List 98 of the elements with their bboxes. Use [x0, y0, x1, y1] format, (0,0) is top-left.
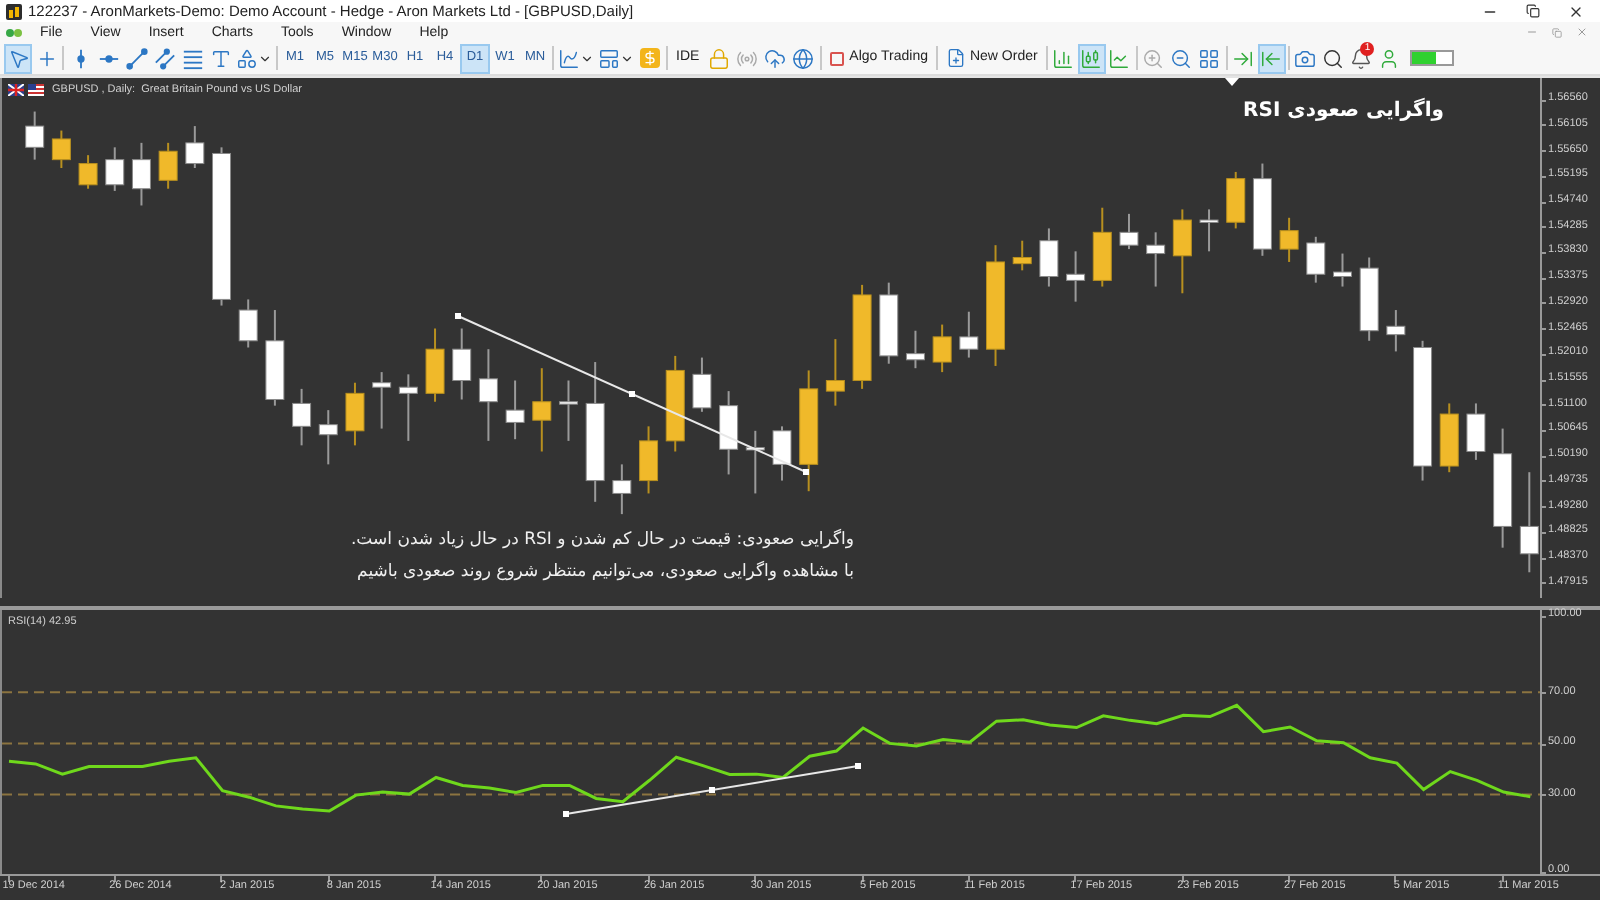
shapes-icon: [236, 47, 258, 69]
candlestick: [1439, 402, 1459, 474]
candlestick: [719, 390, 739, 476]
dollar-icon: [640, 48, 660, 68]
candlestick: [1119, 212, 1139, 251]
candlestick: [1333, 252, 1352, 288]
candlestick: [1493, 427, 1513, 549]
candlestick: [452, 327, 472, 401]
caret-icon: [580, 51, 594, 65]
candlestick: [665, 354, 685, 453]
trend-line[interactable]: [455, 313, 809, 475]
candlestick: [1172, 208, 1192, 295]
autoscroll-icon: [1260, 47, 1283, 69]
camera-icon: [1294, 47, 1317, 69]
caret-icon: [620, 51, 634, 65]
restore-icon[interactable]: [1526, 4, 1540, 18]
candlestick: [51, 129, 71, 169]
channel-icon: [153, 47, 175, 69]
candlestick: [185, 125, 205, 169]
candlestick: [639, 425, 659, 495]
candlestick: [905, 329, 925, 370]
levels-icon: [181, 47, 203, 69]
candlestick: [345, 381, 365, 447]
candlestick: [318, 409, 338, 466]
candlestick: [799, 369, 819, 493]
chart-title: واگرایی صعودی RSI: [1243, 96, 1444, 126]
candlestick: [505, 379, 525, 441]
signal-icon: [736, 47, 759, 69]
flag-icon: [28, 84, 44, 97]
candlestick: [825, 338, 845, 407]
caret-icon: [258, 51, 272, 65]
template-icon: [598, 47, 620, 69]
candlestick: [1146, 231, 1166, 288]
candlestick-icon: [1080, 47, 1103, 69]
shift-icon: [1232, 47, 1255, 69]
candlestick: [292, 387, 312, 447]
person-icon: [1378, 47, 1401, 69]
candlestick: [372, 371, 392, 430]
indicator-icon: [558, 47, 580, 69]
candlestick: [879, 281, 899, 365]
candlestick: [959, 310, 979, 359]
candlestick: [1199, 208, 1219, 253]
candlestick: [1466, 402, 1486, 461]
candlestick: [986, 244, 1005, 367]
candlestick: [398, 373, 418, 442]
candlestick: [1039, 227, 1059, 288]
bell-icon: [1350, 47, 1373, 69]
candlestick: [1226, 170, 1246, 230]
candlestick: [1413, 339, 1433, 482]
text-icon: [209, 47, 231, 69]
candlestick: [105, 146, 125, 192]
stop-icon: [829, 51, 844, 65]
candlestick: [1066, 250, 1086, 303]
app-icon: [6, 3, 22, 19]
candlestick: [692, 356, 712, 413]
candlestick: [1092, 206, 1112, 288]
candlestick: [932, 323, 952, 374]
candlestick: [852, 283, 872, 390]
candlestick: [1279, 216, 1299, 263]
document-icon: [945, 48, 966, 68]
candlestick: [772, 425, 792, 482]
close-icon[interactable]: [1568, 3, 1584, 19]
line-chart-icon: [1108, 47, 1131, 69]
bar-chart-icon: [1052, 47, 1075, 69]
candlestick: [25, 110, 45, 161]
candlestick: [131, 141, 151, 207]
connection-meter-icon: [1409, 50, 1454, 66]
candlestick: [1306, 235, 1326, 284]
candlestick: [238, 298, 258, 349]
lock-icon: [708, 47, 731, 69]
candlestick: [1012, 239, 1032, 272]
flag-icon: [8, 84, 24, 97]
candlestick: [1386, 309, 1406, 353]
app-logo-icon: [6, 25, 22, 39]
trend-line-icon: [125, 47, 147, 69]
candlestick: [1359, 256, 1379, 342]
candlestick: [745, 429, 765, 495]
candlestick: [158, 141, 178, 190]
candlestick: [78, 154, 98, 190]
candlestick: [532, 367, 552, 453]
cloud-icon: [764, 47, 787, 69]
candlestick: [612, 463, 632, 516]
zoom-out-icon: [1170, 47, 1193, 69]
grid-icon: [1198, 47, 1221, 69]
candlestick: [265, 309, 285, 407]
cursor-icon: [7, 47, 29, 69]
candlestick: [585, 361, 605, 503]
zoom-in-icon: [1142, 47, 1165, 69]
crosshair-icon: [35, 47, 57, 69]
candlestick: [1252, 162, 1272, 257]
note-text: با مشاهده واگرایی صعودی، می‌توانیم منتظر شروع روند صعودی باشیم: [357, 559, 854, 585]
globe-icon: [792, 47, 815, 69]
candlestick: [478, 348, 498, 442]
candlestick: [425, 327, 445, 403]
trend-line[interactable]: [563, 763, 861, 817]
note-text: واگرایی صعودی: قیمت در حال کم شدن و RSI در حال زیاد شدن است.: [350, 528, 854, 554]
candlestick: [559, 379, 578, 442]
search-icon: [1322, 47, 1345, 69]
